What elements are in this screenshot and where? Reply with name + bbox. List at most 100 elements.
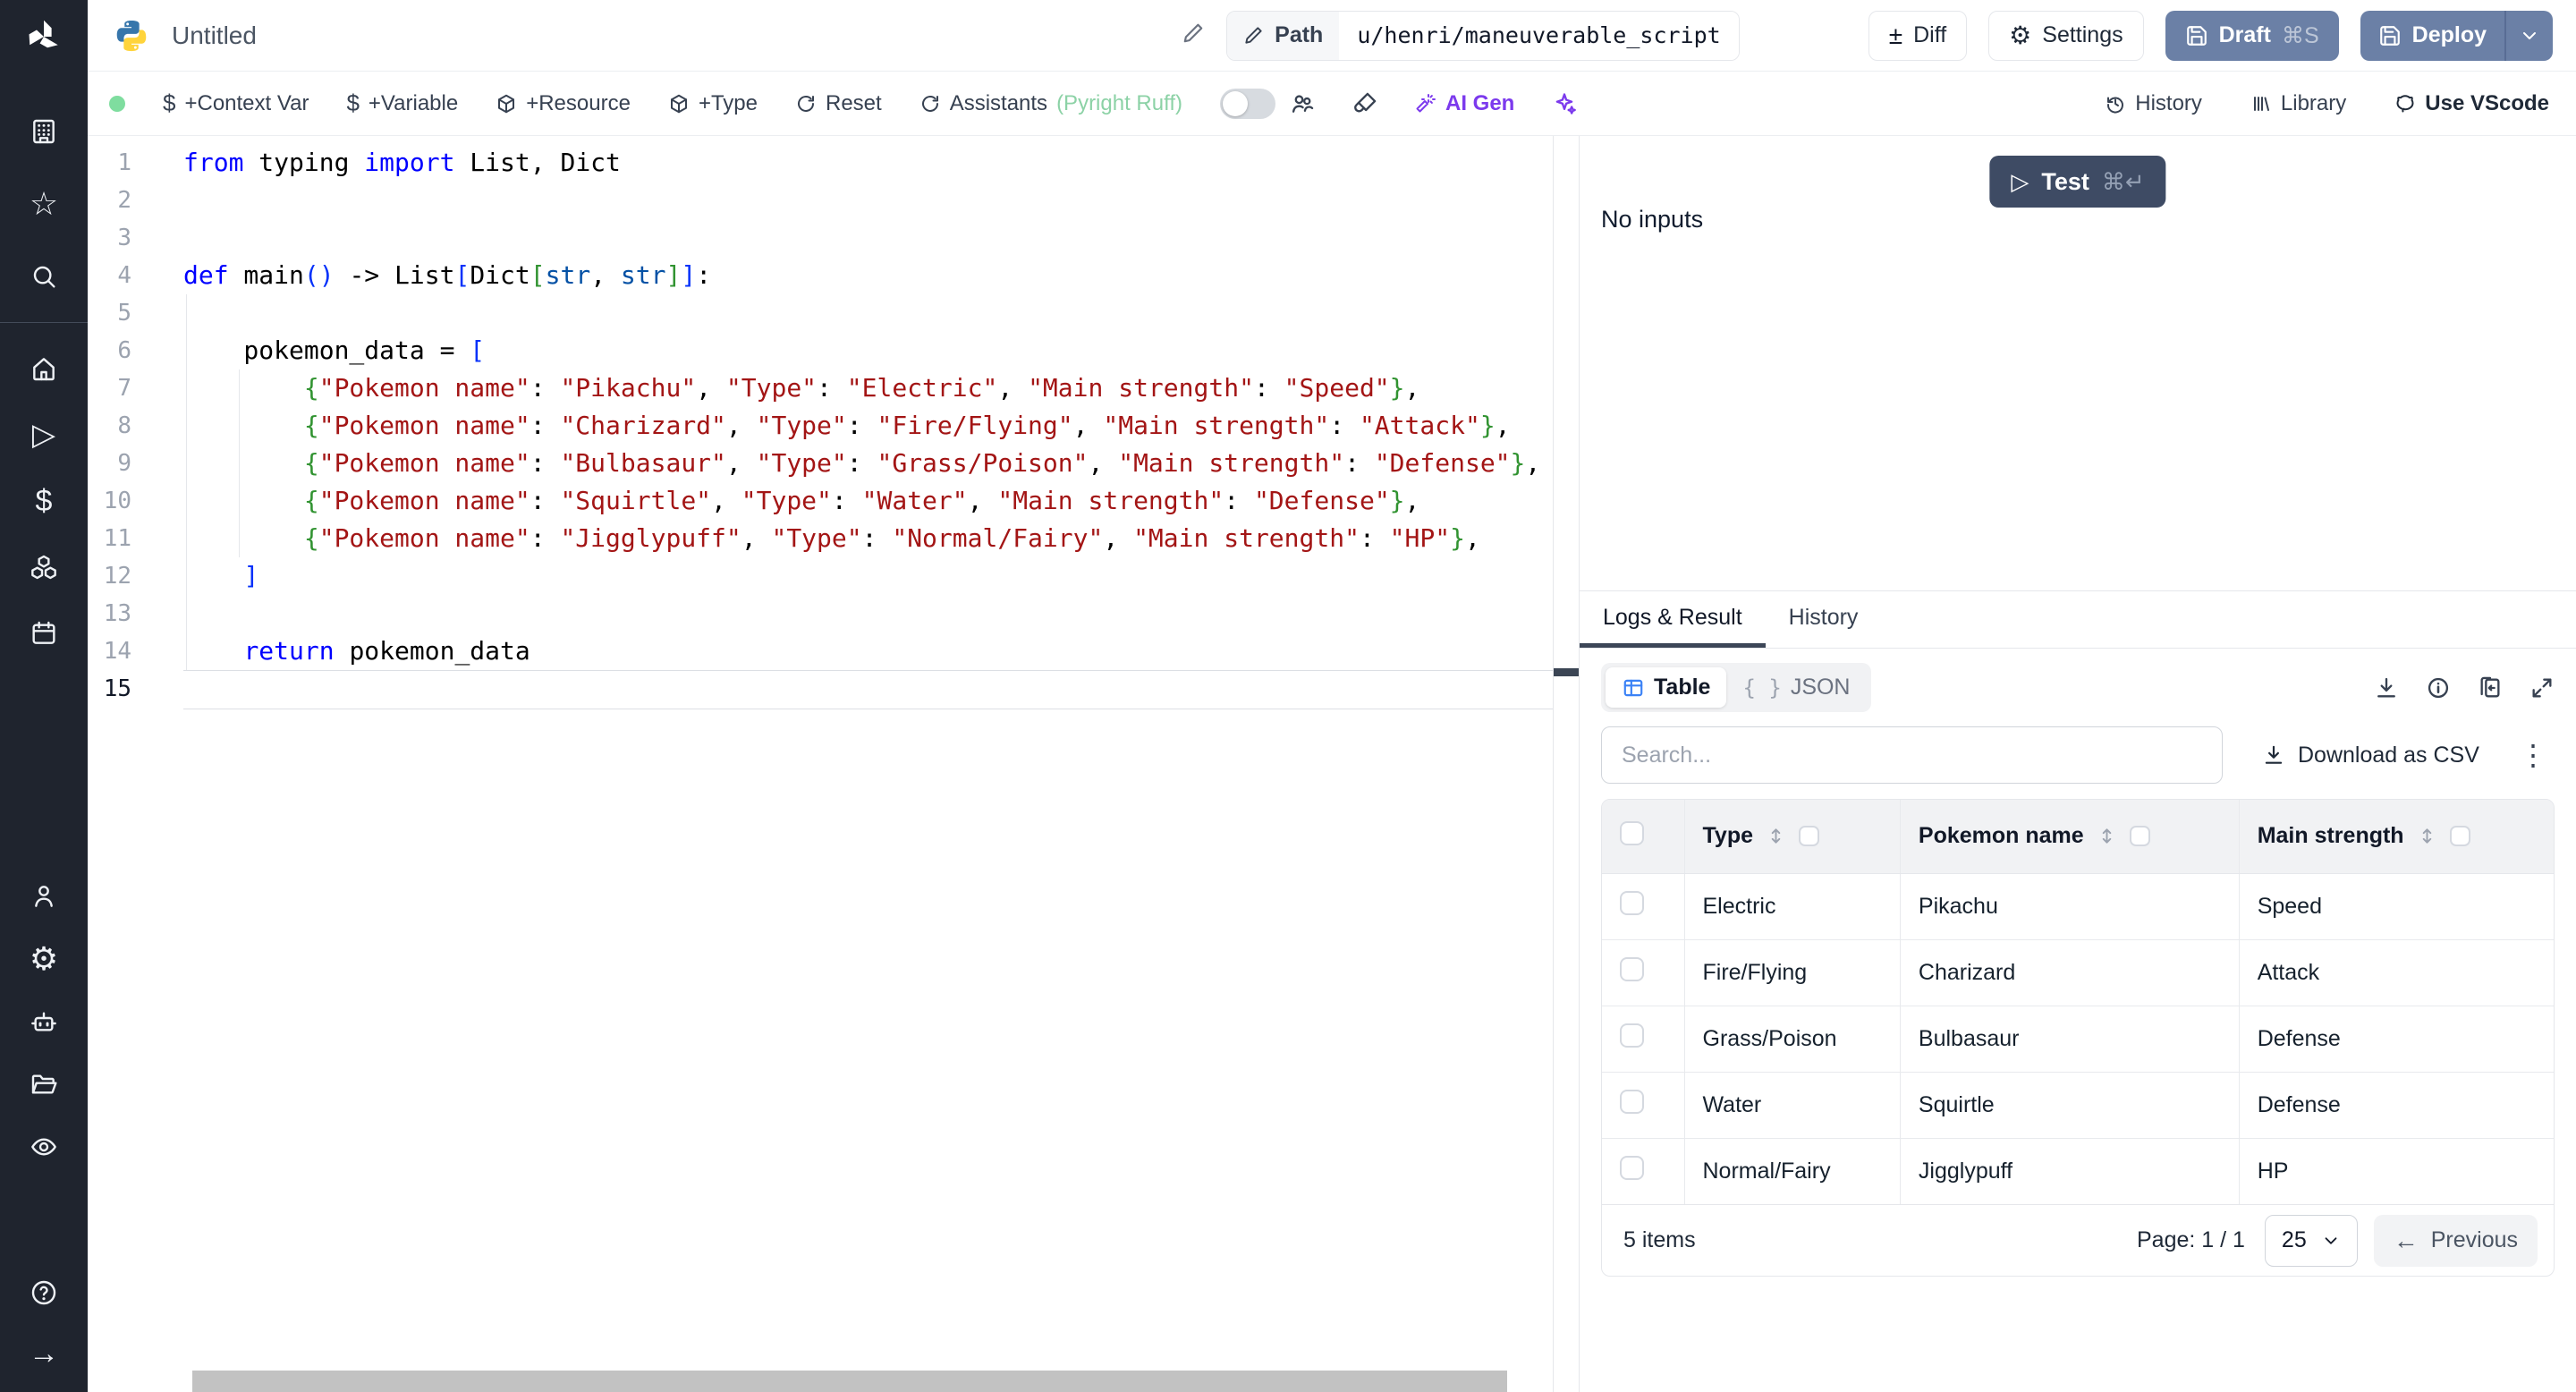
runs-play-icon[interactable]: ▷ — [29, 418, 59, 452]
expand-icon[interactable] — [2529, 675, 2555, 700]
column-option-box[interactable] — [1799, 826, 1819, 847]
library-button[interactable]: Library — [2250, 91, 2346, 116]
favorites-star-icon[interactable]: ☆ — [29, 185, 59, 222]
folders-icon[interactable] — [29, 1069, 59, 1099]
user-icon[interactable] — [29, 881, 59, 912]
add-context-var-button[interactable]: $ +Context Var — [163, 89, 309, 117]
view-json-button[interactable]: { } JSON — [1726, 667, 1866, 708]
line-number: 9 — [117, 450, 131, 477]
items-count: 5 items — [1623, 1227, 1696, 1252]
tab-logs-result[interactable]: Logs & Result — [1580, 591, 1766, 648]
column-label: Main strength — [2257, 823, 2404, 849]
code-lines[interactable]: from typing import List, Dict def main() … — [183, 136, 1553, 1392]
settings-button[interactable]: ⚙ Settings — [1988, 10, 2144, 61]
code-line[interactable] — [183, 219, 1553, 257]
use-vscode-button[interactable]: Use VScode — [2394, 91, 2549, 116]
search-icon[interactable] — [29, 261, 59, 292]
code-line[interactable]: {"Pokemon name": "Bulbasaur", "Type": "G… — [183, 445, 1553, 482]
draft-button[interactable]: Draft ⌘S — [2165, 10, 2339, 61]
column-option-box[interactable] — [2129, 826, 2150, 847]
page-size-select[interactable]: 25 — [2264, 1214, 2358, 1267]
add-variable-button[interactable]: $ +Variable — [346, 89, 458, 117]
reset-button[interactable]: Reset — [795, 91, 882, 116]
code-editor[interactable]: 1 2 3 4 5 6 7 8 9 10 11 12 13 14 15 from typing import… — [88, 136, 1554, 1392]
result-table-body: Electric Pikachu Speed Fire/Flying Charizard… — [1602, 873, 2554, 1204]
history-clock-icon — [2107, 97, 2124, 114]
more-options-kebab-icon[interactable]: ⋮ — [2512, 738, 2555, 772]
edit-title-pencil-icon[interactable] — [1182, 21, 1205, 49]
collapse-arrow-icon[interactable]: → — [29, 1337, 59, 1371]
package-icon — [670, 94, 687, 113]
code-line[interactable]: ] — [183, 557, 1553, 595]
line-number: 7 — [117, 375, 131, 402]
table-cell: Defense — [2239, 1006, 2554, 1073]
add-type-button[interactable]: +Type — [668, 91, 758, 116]
code-line[interactable]: {"Pokemon name": "Jigglypuff", "Type": "… — [183, 520, 1553, 557]
row-checkbox[interactable] — [1620, 891, 1644, 915]
code-line[interactable]: return pokemon_data — [183, 632, 1553, 670]
path-button[interactable]: Path u/henri/maneuverable_script — [1226, 10, 1740, 61]
previous-page-button[interactable]: ← Previous — [2373, 1214, 2538, 1267]
code-line[interactable]: {"Pokemon name": "Pikachu", "Type": "Ele… — [183, 369, 1553, 407]
windmill-logo-icon[interactable] — [23, 16, 64, 57]
code-line[interactable] — [183, 294, 1553, 332]
column-header[interactable]: Pokemon name — [1900, 800, 2240, 874]
code-line[interactable]: def main() -> List[Dict[str, str]]: — [183, 257, 1553, 294]
format-code-button[interactable] — [1352, 91, 1377, 116]
view-table-button[interactable]: Table — [1606, 667, 1727, 708]
deploy-button[interactable]: Deploy — [2360, 11, 2504, 61]
code-line[interactable]: from typing import List, Dict — [183, 144, 1553, 182]
home-icon[interactable] — [29, 353, 59, 384]
download-csv-button[interactable]: Download as CSV — [2262, 743, 2479, 768]
variables-dollar-icon[interactable]: $ — [29, 484, 59, 518]
indent-guide — [186, 294, 187, 670]
diff-button[interactable]: ± Diff — [1868, 10, 1968, 61]
multiplayer-toggle[interactable] — [1220, 88, 1275, 119]
download-icon[interactable] — [2374, 675, 2399, 700]
code-line[interactable] — [183, 182, 1553, 219]
workspace-building-icon[interactable] — [29, 116, 59, 147]
code-line[interactable] — [183, 670, 1553, 709]
info-icon[interactable] — [2426, 675, 2451, 700]
row-checkbox[interactable] — [1620, 1023, 1644, 1048]
sort-icon[interactable] — [1766, 826, 1786, 846]
users-icon — [1292, 94, 1314, 113]
column-option-box[interactable] — [2449, 826, 2470, 847]
deploy-dropdown-button[interactable] — [2506, 11, 2553, 61]
select-all-checkbox[interactable] — [1620, 820, 1644, 845]
table-cell: Defense — [2239, 1072, 2554, 1139]
assistants-button[interactable]: Assistants (Pyright Ruff) — [919, 91, 1182, 116]
panel-resize-handle[interactable] — [1554, 668, 1579, 676]
tab-history[interactable]: History — [1766, 591, 1882, 648]
schedules-calendar-icon[interactable] — [29, 618, 59, 649]
row-checkbox[interactable] — [1620, 1156, 1644, 1181]
column-header[interactable]: Type — [1684, 800, 1901, 874]
ai-sparkles-button[interactable] — [1552, 91, 1577, 116]
sort-icon[interactable] — [2097, 826, 2117, 846]
resources-boxes-icon[interactable] — [29, 552, 59, 582]
code-line[interactable]: pokemon_data = [ — [183, 332, 1553, 369]
column-header[interactable]: Main strength — [2239, 800, 2554, 874]
test-button[interactable]: ▷ Test ⌘↵ — [1989, 156, 2166, 208]
history-button[interactable]: History — [2105, 91, 2202, 116]
line-number: 15 — [103, 675, 131, 702]
code-line[interactable]: {"Pokemon name": "Squirtle", "Type": "Wa… — [183, 482, 1553, 520]
add-resource-button[interactable]: +Resource — [496, 91, 631, 116]
help-icon[interactable] — [29, 1277, 59, 1308]
search-input[interactable] — [1601, 726, 2223, 784]
settings-gear-icon[interactable]: ⚙ — [29, 940, 59, 977]
workers-robot-icon[interactable] — [29, 1006, 59, 1037]
plus-minus-icon: ± — [1888, 21, 1903, 49]
audit-eye-icon[interactable] — [29, 1132, 59, 1162]
row-checkbox[interactable] — [1620, 957, 1644, 981]
horizontal-scrollbar[interactable] — [192, 1371, 1507, 1392]
magic-wand-icon — [1416, 93, 1436, 112]
row-checkbox[interactable] — [1620, 1090, 1644, 1114]
code-line[interactable] — [183, 595, 1553, 632]
github-octocat-icon — [2396, 94, 2414, 112]
table-cell: Charizard — [1900, 939, 2240, 1006]
copy-result-icon[interactable] — [2478, 675, 2503, 700]
ai-gen-button[interactable]: AI Gen — [1415, 91, 1514, 116]
code-line[interactable]: {"Pokemon name": "Charizard", "Type": "F… — [183, 407, 1553, 445]
sort-icon[interactable] — [2417, 826, 2437, 846]
